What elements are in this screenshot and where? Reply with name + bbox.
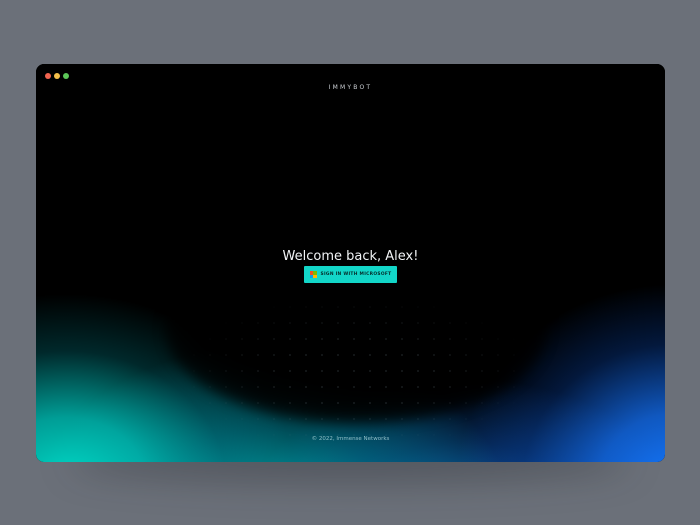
footer-copyright: © 2022, Immense Networks bbox=[311, 436, 390, 442]
welcome-heading: Welcome back, Alex! bbox=[282, 248, 419, 264]
dot-grid-pattern bbox=[186, 299, 526, 449]
app-window: IMMYBOT Welcome back, Alex! SIGN IN WITH… bbox=[36, 64, 665, 462]
desktop-backdrop: IMMYBOT Welcome back, Alex! SIGN IN WITH… bbox=[0, 0, 700, 525]
close-window-button[interactable] bbox=[45, 73, 51, 79]
microsoft-logo-icon bbox=[309, 271, 317, 278]
brand-logo: IMMYBOT bbox=[328, 84, 373, 91]
maximize-window-button[interactable] bbox=[63, 73, 69, 79]
sign-in-button-label: SIGN IN WITH MICROSOFT bbox=[320, 272, 392, 277]
microsoft-logo-yellow-square bbox=[313, 274, 317, 278]
minimize-window-button[interactable] bbox=[54, 73, 60, 79]
sign-in-with-microsoft-button[interactable]: SIGN IN WITH MICROSOFT bbox=[304, 266, 397, 283]
window-controls bbox=[45, 73, 69, 79]
